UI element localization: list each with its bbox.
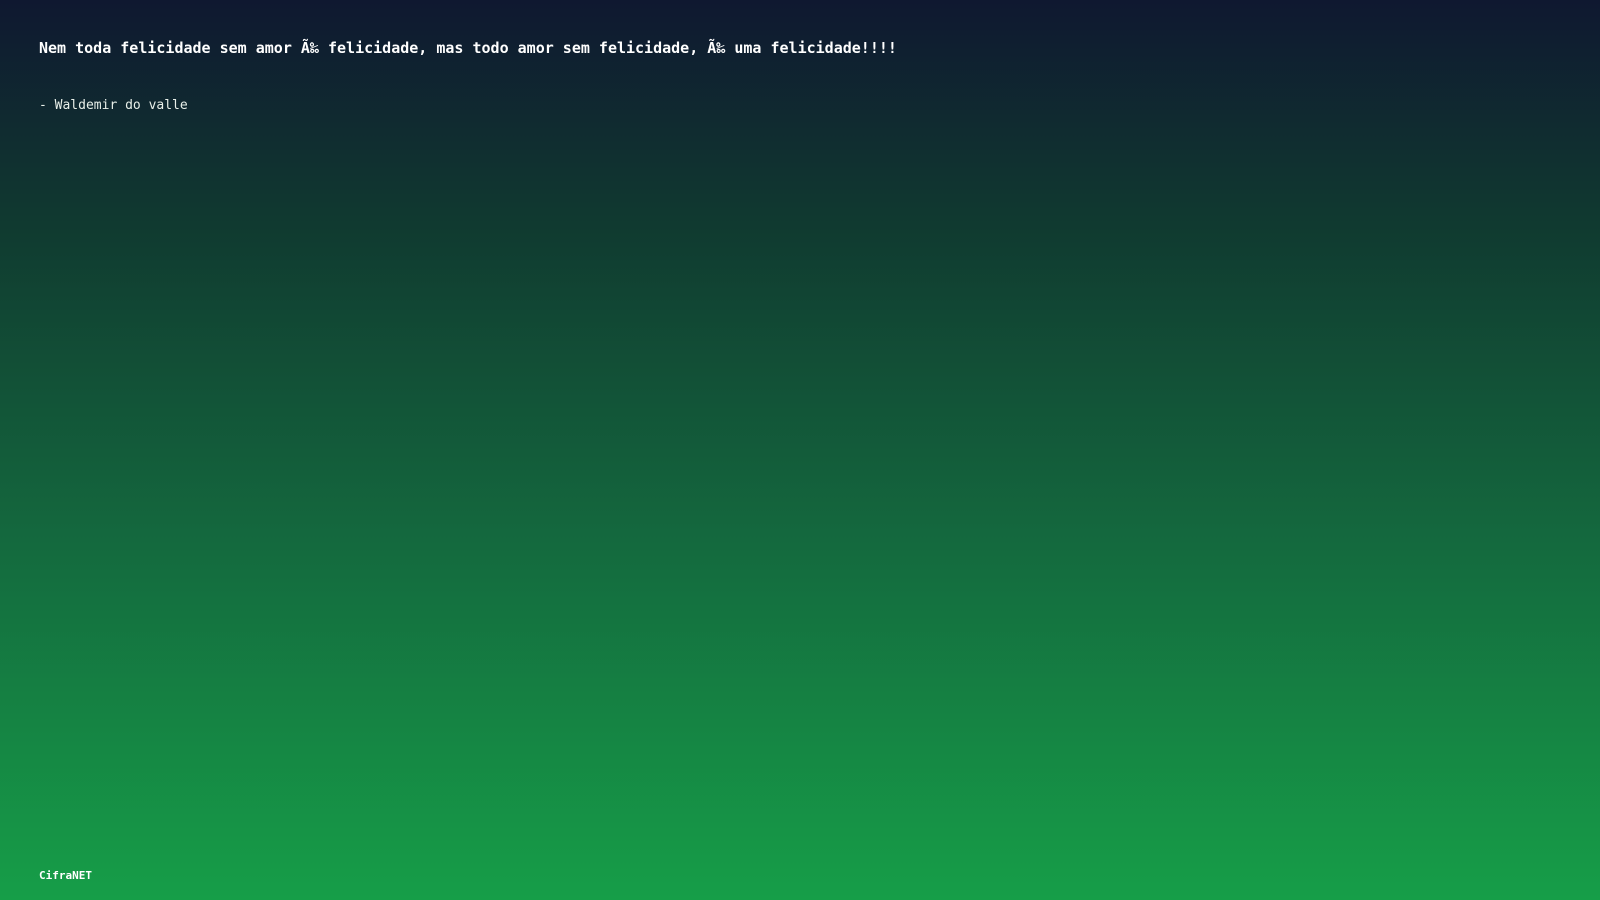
quote-author: - Waldemir do valle xyxy=(39,98,188,113)
quote-text: Nem toda felicidade sem amor Ã‰ felicida… xyxy=(39,39,897,57)
brand-label: CifraNET xyxy=(39,869,92,882)
